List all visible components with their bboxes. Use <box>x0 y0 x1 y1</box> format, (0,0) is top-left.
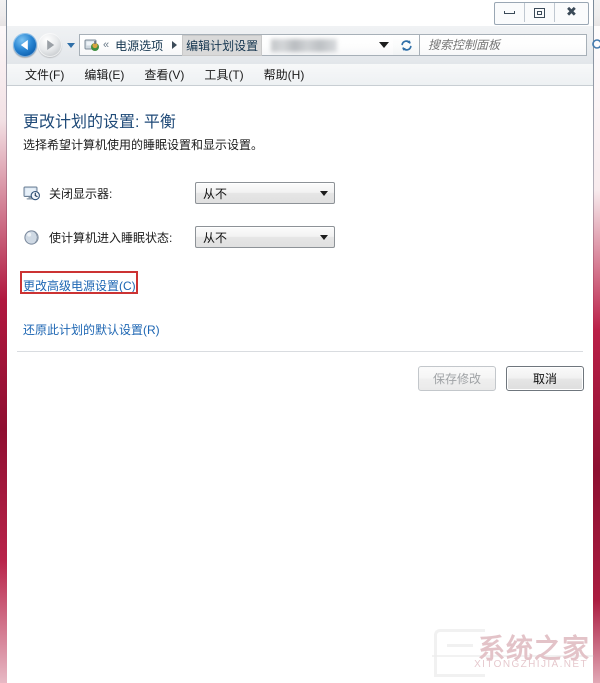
search-box[interactable] <box>419 34 600 56</box>
menu-edit[interactable]: 编辑(E) <box>74 64 134 85</box>
back-button[interactable] <box>13 33 37 57</box>
breadcrumb-overflow-icon[interactable]: « <box>103 39 109 51</box>
control-panel-window: ✖ « 电源选项 编辑计划设置 搜索控制面板 文件(F) 编辑(E) 查看(V)… <box>6 0 600 683</box>
page-title: 更改计划的设置: 平衡 <box>23 114 176 131</box>
maximize-icon <box>534 7 545 18</box>
window-controls: ✖ <box>494 2 589 25</box>
window-titlebar: ✖ <box>7 0 593 26</box>
page-edge-left <box>0 0 7 683</box>
breadcrumb-redacted-segment <box>271 38 338 52</box>
link-change-advanced-power-settings[interactable]: 更改高级电源设置(C) <box>23 277 136 294</box>
menu-help[interactable]: 帮助(H) <box>254 64 315 85</box>
page-subtitle: 选择希望计算机使用的睡眠设置和显示设置。 <box>23 138 264 152</box>
refresh-icon <box>400 39 412 51</box>
close-icon: ✖ <box>566 5 577 20</box>
display-off-dropdown[interactable]: 从不 <box>195 182 335 204</box>
navigation-bar: « 电源选项 编辑计划设置 <box>7 26 600 64</box>
save-changes-button[interactable]: 保存修改 <box>418 366 496 391</box>
search-input[interactable] <box>420 37 587 53</box>
address-bar[interactable]: « 电源选项 编辑计划设置 <box>79 34 393 56</box>
close-button[interactable]: ✖ <box>555 3 588 22</box>
menu-view[interactable]: 查看(V) <box>134 64 194 85</box>
menu-bar: 文件(F) 编辑(E) 查看(V) 工具(T) 帮助(H) <box>7 64 593 86</box>
chevron-down-icon[interactable] <box>314 190 334 196</box>
maximize-button[interactable] <box>525 3 555 22</box>
chevron-down-icon <box>67 42 75 48</box>
refresh-button[interactable] <box>393 34 419 56</box>
display-off-value: 从不 <box>203 186 228 201</box>
back-arrow-icon <box>20 40 28 50</box>
control-panel-icon <box>83 37 101 53</box>
breadcrumb-item-edit-plan-settings[interactable]: 编辑计划设置 <box>182 34 263 56</box>
menu-file[interactable]: 文件(F) <box>15 64 74 85</box>
setting-label-sleep: 使计算机进入睡眠状态: <box>49 230 173 245</box>
menu-tools[interactable]: 工具(T) <box>194 64 253 85</box>
sleep-dropdown[interactable]: 从不 <box>195 226 335 248</box>
screenshot-root: ✖ « 电源选项 编辑计划设置 搜索控制面板 文件(F) 编辑(E) 查看(V)… <box>0 0 600 683</box>
link-restore-plan-defaults[interactable]: 还原此计划的默认设置(R) <box>23 321 160 338</box>
content-area: 更改计划的设置: 平衡 选择希望计算机使用的睡眠设置和显示设置。 关闭显示器: <box>7 87 593 683</box>
cancel-button[interactable]: 取消 <box>506 366 584 391</box>
recent-locations-button[interactable] <box>65 26 77 64</box>
breadcrumb-arrow-icon[interactable] <box>172 41 178 49</box>
breadcrumb-item-power-options[interactable]: 电源选项 <box>112 36 166 55</box>
sleep-value: 从不 <box>203 230 228 245</box>
setting-row-sleep: 使计算机进入睡眠状态: <box>23 224 172 250</box>
setting-label-display-off: 关闭显示器: <box>49 186 113 201</box>
setting-row-display-off: 关闭显示器: <box>23 180 112 206</box>
page-edge-right <box>593 0 600 683</box>
chevron-down-icon[interactable] <box>314 234 334 240</box>
content-divider <box>17 351 583 352</box>
address-dropdown-icon[interactable] <box>379 42 389 48</box>
forward-arrow-icon <box>47 40 55 50</box>
minimize-icon <box>504 11 515 14</box>
monitor-clock-icon <box>23 185 40 202</box>
forward-button[interactable] <box>38 33 62 57</box>
minimize-button[interactable] <box>495 3 525 22</box>
moon-sleep-icon <box>23 229 40 246</box>
